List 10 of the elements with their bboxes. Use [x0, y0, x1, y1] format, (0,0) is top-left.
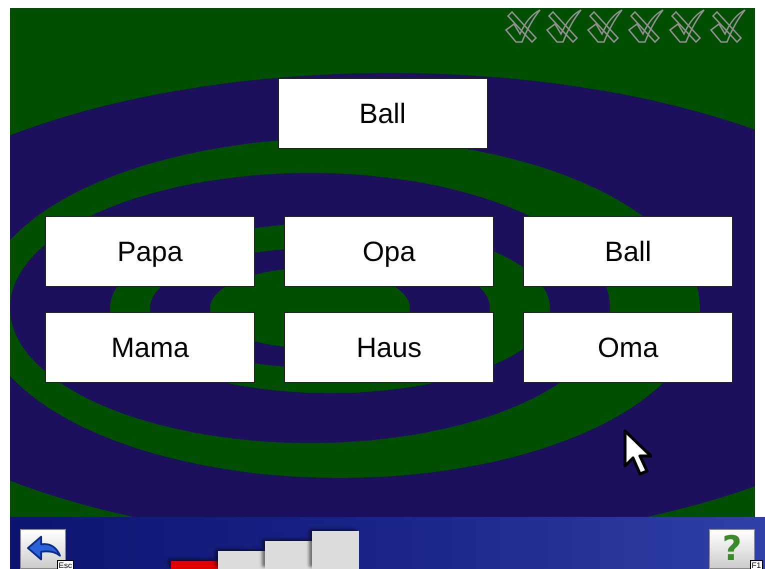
key-label: Esc [56, 560, 74, 569]
key-label: F1 [750, 560, 763, 569]
word-option[interactable]: Papa [45, 216, 255, 287]
word-option[interactable]: Ball [523, 216, 733, 287]
word-option[interactable]: Opa [284, 216, 494, 287]
target-word: Ball [278, 78, 488, 149]
word-option[interactable]: Oma [523, 312, 733, 383]
word-option[interactable]: Mama [45, 312, 255, 383]
cursor-icon [622, 428, 652, 478]
word-option[interactable]: Haus [284, 312, 494, 383]
